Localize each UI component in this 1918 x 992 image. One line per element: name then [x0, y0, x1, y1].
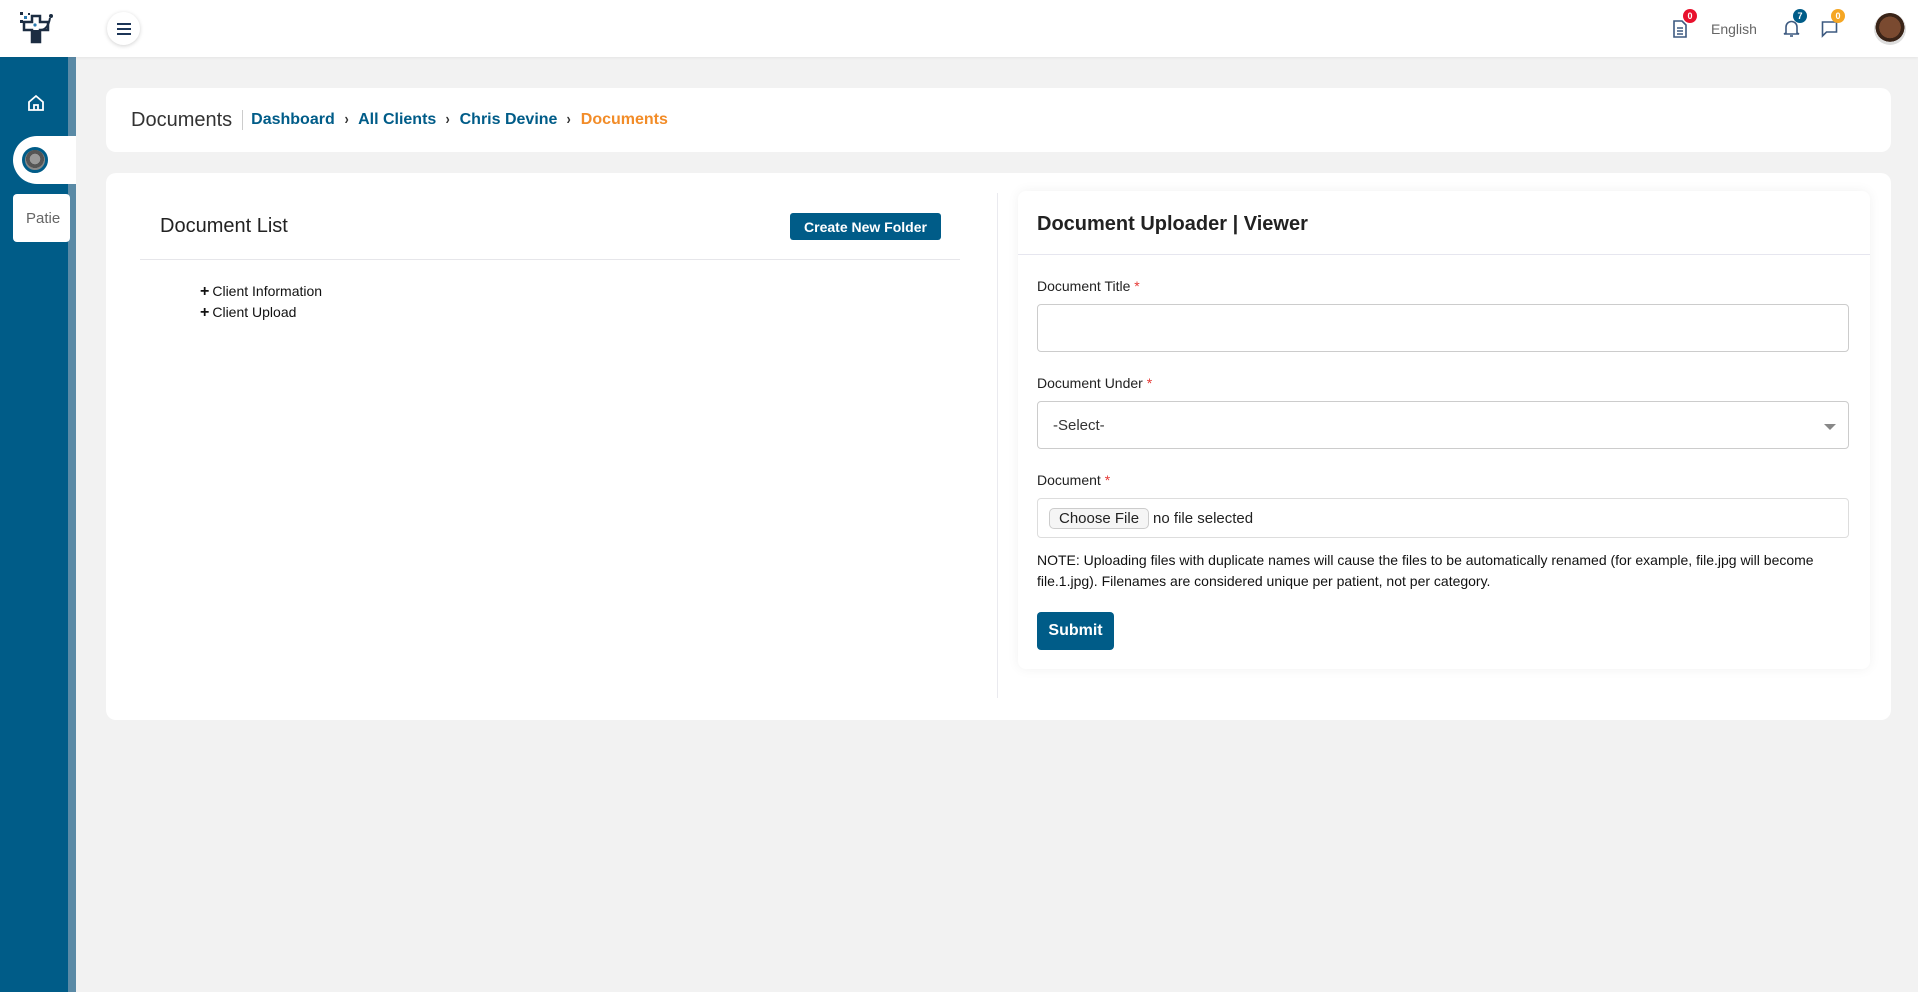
folder-tree: + Client Information + Client Upload: [200, 281, 322, 323]
divider: [140, 259, 960, 260]
breadcrumb-current: Documents: [580, 111, 668, 128]
chevron-down-icon: [1824, 424, 1836, 430]
page-title: Documents: [131, 108, 233, 131]
patient-avatar: [22, 147, 48, 173]
document-list-title: Document List: [160, 215, 288, 237]
chevron-right-icon: ›: [445, 111, 451, 128]
hamburger-menu-icon: [116, 22, 131, 35]
notifications-button[interactable]: 7: [1783, 0, 1807, 57]
messages-button[interactable]: 0: [1821, 0, 1845, 57]
user-menu[interactable]: [1874, 0, 1906, 57]
documents-card: Document List Create New Folder + Client…: [106, 173, 1891, 720]
document-list-panel: Document List Create New Folder + Client…: [140, 193, 960, 698]
notifications-badge: 7: [1793, 9, 1807, 23]
document-under-select[interactable]: -Select-: [1037, 401, 1849, 449]
clinic-logo-icon[interactable]: [18, 10, 58, 46]
selected-value: -Select-: [1053, 416, 1105, 434]
create-new-folder-button[interactable]: Create New Folder: [790, 213, 941, 240]
language-selector[interactable]: English: [1711, 0, 1757, 57]
home-icon[interactable]: [26, 93, 46, 113]
uploader-title: Document Uploader | Viewer: [1037, 213, 1308, 235]
breadcrumb-client[interactable]: Chris Devine: [460, 111, 558, 129]
label-text: Document: [1037, 472, 1101, 488]
folder-label: Client Upload: [212, 304, 297, 320]
breadcrumb-bar: Documents Dashboard › All Clients › Chri…: [106, 88, 1891, 152]
messages-badge: 0: [1831, 9, 1845, 23]
required-mark: *: [1146, 375, 1153, 391]
breadcrumb-all-clients[interactable]: All Clients: [358, 111, 436, 129]
breadcrumb: Dashboard › All Clients › Chris Devine ›…: [251, 111, 668, 129]
chevron-right-icon: ›: [344, 111, 349, 128]
label-text: Document Under: [1037, 375, 1143, 391]
plus-icon[interactable]: +: [200, 281, 209, 302]
document-title-input[interactable]: [1037, 304, 1849, 352]
plus-icon[interactable]: +: [200, 302, 209, 323]
user-avatar[interactable]: [1874, 12, 1906, 45]
folder-client-information[interactable]: + Client Information: [200, 281, 322, 302]
hamburger-menu-button[interactable]: [107, 12, 140, 45]
file-status: no file selected: [1153, 509, 1254, 527]
document-file-input[interactable]: Choose File no file selected: [1037, 498, 1849, 538]
folder-label: Client Information: [212, 283, 323, 299]
document-icon: [1673, 19, 1687, 38]
documents-badge: 0: [1683, 9, 1697, 23]
upload-note: NOTE: Uploading files with duplicate nam…: [1037, 552, 1814, 589]
required-mark: *: [1134, 278, 1140, 294]
required-mark: *: [1104, 472, 1111, 488]
folder-client-upload[interactable]: + Client Upload: [200, 302, 322, 323]
documents-notification[interactable]: 0: [1672, 0, 1697, 57]
chevron-right-icon: ›: [566, 111, 572, 128]
divider: [1018, 254, 1870, 255]
sidebar-patient-label[interactable]: Patie: [13, 194, 70, 242]
document-title-label: Document Title *: [1037, 278, 1140, 294]
document-under-label: Document Under *: [1037, 375, 1152, 391]
label-text: Document Title: [1037, 278, 1131, 294]
title-divider: [242, 110, 244, 130]
sidebar-item-patient[interactable]: [13, 136, 76, 184]
breadcrumb-dashboard[interactable]: Dashboard: [251, 111, 335, 129]
top-bar: 0 English 7 0: [0, 0, 1918, 57]
choose-file-button[interactable]: Choose File: [1049, 507, 1150, 529]
document-uploader-panel: Document Uploader | Viewer Document Titl…: [1018, 191, 1870, 669]
panel-divider: [997, 193, 998, 698]
submit-button[interactable]: Submit: [1037, 612, 1114, 650]
document-label: Document *: [1037, 472, 1110, 488]
